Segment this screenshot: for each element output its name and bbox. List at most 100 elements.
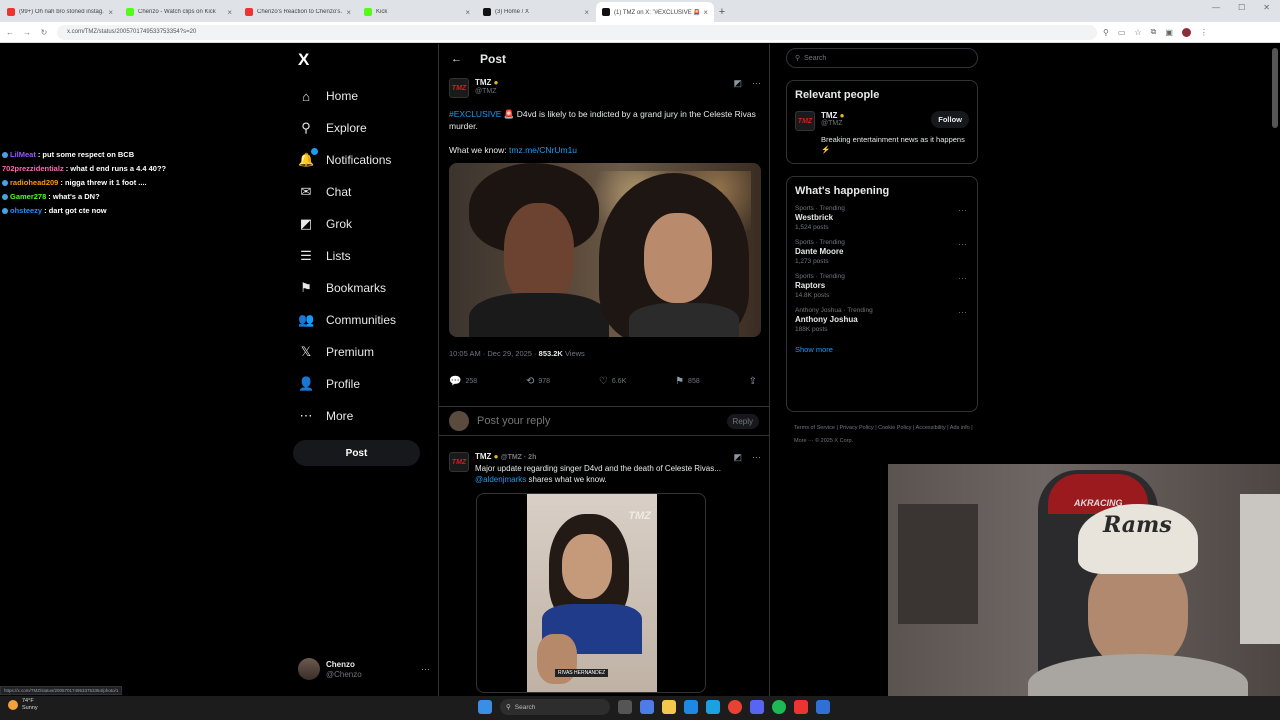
- more-icon[interactable]: ···: [958, 205, 967, 215]
- tweet-video[interactable]: RIVAS HERNANDEZ TMZ: [476, 493, 706, 693]
- browser-tab[interactable]: Kick ×: [358, 2, 476, 22]
- more-icon[interactable]: ···: [958, 239, 967, 249]
- hashtag-link[interactable]: #EXCLUSIVE: [449, 109, 501, 119]
- footer-links[interactable]: Terms of Service | Privacy Policy | Cook…: [794, 422, 974, 448]
- like-action[interactable]: ♡ 6.6K: [599, 376, 626, 387]
- file-explorer-icon[interactable]: [662, 700, 676, 714]
- browser-tab[interactable]: Chenzo's Reaction to Chenzo's... ×: [239, 2, 357, 22]
- sidebar-item-label: Bookmarks: [326, 281, 387, 295]
- grok-icon[interactable]: ◩: [733, 78, 742, 89]
- bookmark-action[interactable]: ⚑ 858: [675, 376, 700, 387]
- sidebar-item-lists[interactable]: ☰ Lists: [298, 240, 396, 272]
- search-input[interactable]: ⚲ Search: [786, 48, 978, 68]
- sidebar-item-grok[interactable]: ◩ Grok: [298, 208, 396, 240]
- more-icon[interactable]: ···: [958, 307, 967, 317]
- repost-action[interactable]: ⟲ 978: [526, 376, 550, 387]
- browser-tab[interactable]: (3) Home / X ×: [477, 2, 595, 22]
- tweet-photo[interactable]: [449, 163, 761, 337]
- person-name-row: TMZ ●: [821, 111, 845, 120]
- avatar[interactable]: TMZ: [449, 78, 469, 98]
- star-icon[interactable]: ☆: [1134, 28, 1141, 37]
- relevant-person[interactable]: TMZ TMZ ● @TMZ Follow: [795, 111, 969, 131]
- sidebar-item-more[interactable]: ⋯ More: [298, 400, 396, 432]
- close-icon[interactable]: ×: [108, 8, 113, 17]
- sun-icon: [8, 700, 18, 710]
- browser-tab-active[interactable]: (1) TMZ on X: "#EXCLUSIVE 🚨 ×: [596, 2, 714, 22]
- tweet-author[interactable]: TMZ ● @TMZ: [475, 78, 499, 95]
- profile-avatar[interactable]: [1181, 27, 1191, 37]
- trend-item[interactable]: Sports · Trending Dante Moore 1,273 post…: [795, 239, 969, 265]
- sidebar-item-communities[interactable]: 👥 Communities: [298, 304, 396, 336]
- edge-icon[interactable]: [684, 700, 698, 714]
- reply-action[interactable]: 💬 258: [449, 376, 477, 387]
- extensions-icon[interactable]: ⧉: [1151, 27, 1157, 37]
- mention-link[interactable]: @aldenjmarks: [475, 475, 526, 484]
- close-icon[interactable]: ×: [465, 8, 470, 17]
- avatar[interactable]: TMZ: [795, 111, 815, 131]
- follow-button[interactable]: Follow: [931, 111, 969, 128]
- post-button[interactable]: Post: [293, 440, 420, 466]
- sidebar-item-bookmarks[interactable]: ⚑ Bookmarks: [298, 272, 396, 304]
- trend-item[interactable]: Anthony Joshua · Trending Anthony Joshua…: [795, 307, 969, 333]
- streamer-face: [1088, 559, 1188, 669]
- author-name[interactable]: TMZ: [475, 452, 491, 461]
- sidebar-icon[interactable]: ▣: [1165, 28, 1173, 37]
- zoom-icon[interactable]: ⚲: [1103, 28, 1109, 37]
- chrome-icon[interactable]: [728, 700, 742, 714]
- account-switcher[interactable]: Chenzo @Chenzo ···: [298, 658, 430, 680]
- tweet-text: Major update regarding singer D4vd and t…: [475, 463, 721, 485]
- task-view-icon[interactable]: [618, 700, 632, 714]
- back-arrow-icon[interactable]: ←: [451, 53, 462, 65]
- close-icon[interactable]: ×: [227, 8, 232, 17]
- x-logo-icon[interactable]: X: [298, 50, 309, 70]
- account-info: Chenzo @Chenzo: [326, 660, 362, 679]
- more-icon[interactable]: ···: [752, 452, 761, 463]
- close-icon[interactable]: ×: [584, 8, 589, 17]
- sidebar-item-chat[interactable]: ✉ Chat: [298, 176, 396, 208]
- close-icon[interactable]: ×: [703, 8, 708, 17]
- sidebar-item-home[interactable]: ⌂ Home: [298, 80, 396, 112]
- reload-icon[interactable]: ↻: [37, 28, 51, 37]
- trend-item[interactable]: Sports · Trending Raptors 14.8K posts ··…: [795, 273, 969, 299]
- repost-count: 978: [538, 378, 551, 385]
- new-tab-button[interactable]: +: [714, 2, 730, 22]
- notepad-icon[interactable]: [816, 700, 830, 714]
- obs-icon[interactable]: [794, 700, 808, 714]
- grok-icon[interactable]: ◩: [733, 452, 742, 463]
- page-scrollbar[interactable]: [1272, 48, 1278, 128]
- cast-icon[interactable]: ▭: [1118, 28, 1126, 37]
- browser-tab[interactable]: Chenzo - Watch clips on Kick ×: [120, 2, 238, 22]
- search-icon: ⚲: [301, 120, 311, 135]
- back-icon[interactable]: ←: [3, 28, 17, 37]
- sidebar-item-premium[interactable]: 𝕏 Premium: [298, 336, 396, 368]
- close-window-icon[interactable]: ✕: [1263, 3, 1270, 12]
- store-icon[interactable]: [706, 700, 720, 714]
- menu-icon[interactable]: ⋮: [1200, 28, 1208, 37]
- discord-icon[interactable]: [750, 700, 764, 714]
- show-more-link[interactable]: Show more: [795, 345, 969, 354]
- trend-item[interactable]: Sports · Trending Westbrick 1,524 posts …: [795, 205, 969, 231]
- close-icon[interactable]: ×: [346, 8, 351, 17]
- windows-start-icon[interactable]: [478, 700, 492, 714]
- more-icon[interactable]: ···: [752, 78, 761, 89]
- maximize-icon[interactable]: ☐: [1238, 3, 1245, 12]
- minimize-icon[interactable]: —: [1212, 3, 1220, 12]
- reply-input[interactable]: [477, 415, 719, 427]
- tweet-link[interactable]: tmz.me/CNrUm1u: [509, 145, 577, 155]
- avatar[interactable]: TMZ: [449, 452, 469, 472]
- share-action[interactable]: ⇪: [749, 376, 757, 387]
- weather-widget[interactable]: 74°F Sunny: [8, 698, 38, 712]
- reply-button[interactable]: Reply: [726, 413, 759, 429]
- address-bar[interactable]: x.com/TMZ/status/2005701749533753354?s=2…: [57, 24, 1097, 40]
- taskbar-search[interactable]: ⚲ Search: [500, 699, 610, 715]
- browser-tab[interactable]: (99+) Oh nah bro stoned instag... ×: [1, 2, 119, 22]
- more-icon[interactable]: ···: [421, 664, 430, 674]
- sidebar-item-explore[interactable]: ⚲ Explore: [298, 112, 396, 144]
- sidebar-item-notifications[interactable]: 🔔 Notifications: [298, 144, 396, 176]
- sidebar-item-profile[interactable]: 👤 Profile: [298, 368, 396, 400]
- more-icon[interactable]: ···: [958, 273, 967, 283]
- forward-icon[interactable]: →: [20, 28, 34, 37]
- tweet-timestamp[interactable]: 10:05 AM · Dec 29, 2025 ·: [449, 349, 537, 358]
- spotify-icon[interactable]: [772, 700, 786, 714]
- copilot-icon[interactable]: [640, 700, 654, 714]
